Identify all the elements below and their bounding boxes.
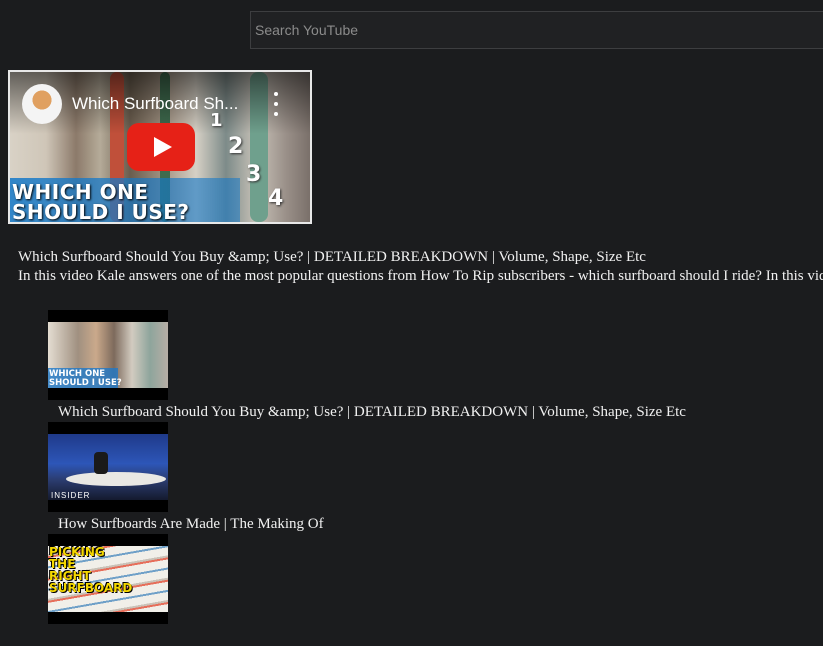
board-number: 4 bbox=[268, 186, 284, 211]
related-thumbnail[interactable]: WHICH ONE SHOULD I USE? bbox=[48, 310, 168, 400]
related-video-item[interactable]: INSIDER How Surfboards Are Made | The Ma… bbox=[48, 422, 823, 534]
related-video-item[interactable]: WHICH ONE SHOULD I USE? Which Surfboard … bbox=[48, 310, 823, 422]
thumb-person bbox=[94, 452, 108, 474]
related-video-item[interactable]: PICKING THE RIGHT SURFBOARD bbox=[48, 534, 823, 646]
video-info: Which Surfboard Should You Buy &amp; Use… bbox=[18, 248, 823, 286]
related-videos-list: WHICH ONE SHOULD I USE? Which Surfboard … bbox=[48, 310, 823, 646]
channel-avatar[interactable] bbox=[22, 84, 62, 124]
related-thumbnail[interactable]: INSIDER bbox=[48, 422, 168, 512]
thumb-surfboard bbox=[66, 472, 166, 486]
video-title: Which Surfboard Should You Buy &amp; Use… bbox=[18, 249, 646, 265]
search-box[interactable] bbox=[250, 11, 823, 49]
board-number: 3 bbox=[246, 162, 262, 187]
thumb-text: PICKING THE RIGHT SURFBOARD bbox=[49, 545, 133, 595]
thumb-text: WHICH ONE SHOULD I USE? bbox=[49, 369, 122, 388]
play-button[interactable] bbox=[127, 123, 195, 171]
related-video-title[interactable]: How Surfboards Are Made | The Making Of bbox=[58, 516, 324, 533]
board-number: 2 bbox=[228, 134, 244, 159]
thumb-text: INSIDER bbox=[51, 491, 91, 500]
board-number: 1 bbox=[210, 110, 223, 131]
related-thumbnail[interactable]: PICKING THE RIGHT SURFBOARD bbox=[48, 534, 168, 624]
video-description: In this video Kale answers one of the mo… bbox=[18, 268, 823, 284]
search-input[interactable] bbox=[251, 12, 823, 48]
more-options-icon[interactable] bbox=[272, 92, 280, 116]
thumbnail-overlay-text: WHICH ONE SHOULD I USE? bbox=[12, 180, 190, 224]
video-player[interactable]: Which Surfboard Sh... 1 2 3 4 WHICH ONE … bbox=[8, 70, 312, 224]
related-video-title[interactable]: Which Surfboard Should You Buy &amp; Use… bbox=[58, 404, 686, 421]
